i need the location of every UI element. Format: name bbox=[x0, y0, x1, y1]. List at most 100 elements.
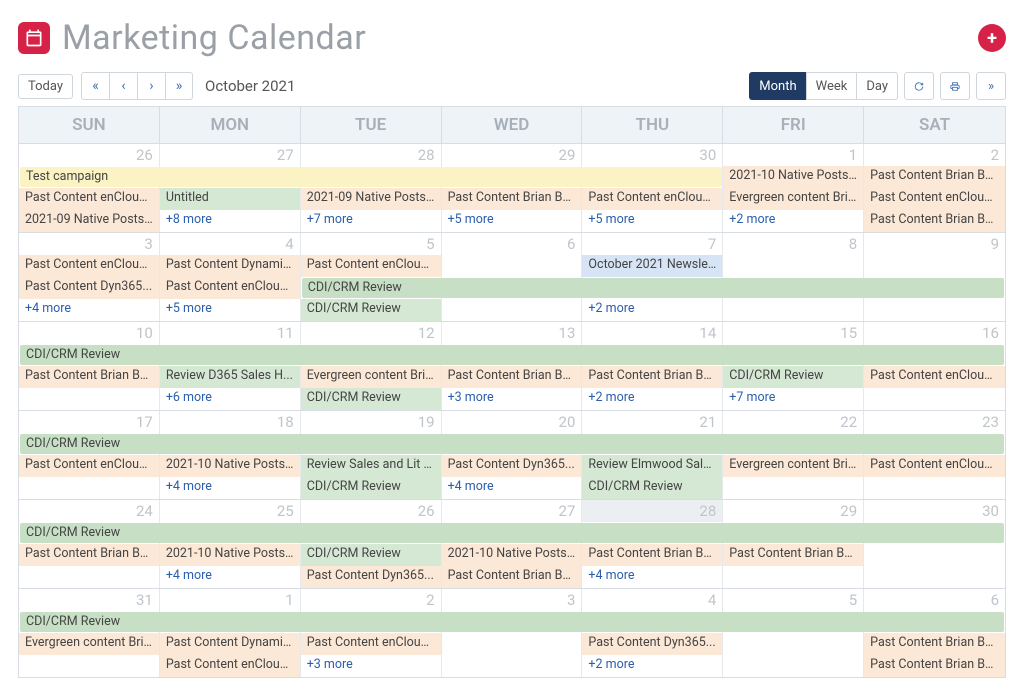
calendar-event[interactable]: Past Content Brian Be... bbox=[723, 544, 864, 566]
more-link[interactable]: +3 more bbox=[442, 388, 583, 410]
calendar-event[interactable]: Past Content Dyn365... bbox=[442, 455, 583, 477]
calendar-event[interactable]: Past Content Brian Be... bbox=[442, 366, 583, 388]
date-cell[interactable]: 26 bbox=[19, 144, 160, 166]
calendar-event[interactable]: CDI/CRM Review bbox=[301, 544, 442, 566]
more-link[interactable]: +7 more bbox=[723, 388, 864, 410]
date-cell[interactable]: 13 bbox=[442, 322, 583, 344]
calendar-event[interactable]: 2021-10 Native Posts ... bbox=[442, 544, 583, 566]
date-cell[interactable]: 10 bbox=[19, 322, 160, 344]
date-cell[interactable]: 5 bbox=[301, 233, 442, 255]
calendar-event[interactable]: CDI/CRM Review bbox=[582, 477, 723, 499]
date-cell[interactable]: 30 bbox=[582, 144, 723, 166]
calendar-event[interactable]: Evergreen content Bri... bbox=[19, 633, 160, 655]
more-link[interactable]: +5 more bbox=[442, 210, 583, 232]
date-cell[interactable]: 4 bbox=[160, 233, 301, 255]
date-cell[interactable]: 27 bbox=[160, 144, 301, 166]
date-cell[interactable]: 8 bbox=[723, 233, 864, 255]
calendar-event[interactable]: Review D365 Sales H... bbox=[160, 366, 301, 388]
more-link[interactable]: +8 more bbox=[160, 210, 301, 232]
expand-icon[interactable]: » bbox=[976, 72, 1006, 100]
calendar-event-span[interactable]: Test campaign bbox=[20, 167, 722, 187]
calendar-event[interactable]: Past Content Dyn365... bbox=[19, 277, 160, 299]
calendar-event[interactable]: Past Content Brian Be... bbox=[442, 566, 583, 588]
calendar-event[interactable]: Past Content Brian Be... bbox=[19, 544, 160, 566]
date-cell[interactable]: 25 bbox=[160, 500, 301, 522]
refresh-icon[interactable] bbox=[904, 72, 934, 100]
more-link[interactable]: +2 more bbox=[582, 388, 723, 410]
more-link[interactable]: +4 more bbox=[582, 566, 723, 588]
date-cell[interactable]: 1 bbox=[160, 589, 301, 611]
view-month-button[interactable]: Month bbox=[749, 72, 805, 100]
date-cell[interactable]: 4 bbox=[582, 589, 723, 611]
more-link[interactable]: +2 more bbox=[582, 299, 723, 321]
date-cell[interactable]: 19 bbox=[301, 411, 442, 433]
more-link[interactable]: +3 more bbox=[301, 655, 442, 677]
date-cell[interactable]: 14 bbox=[582, 322, 723, 344]
nav-next-icon[interactable]: › bbox=[137, 72, 165, 100]
calendar-event[interactable]: Past Content Brian Be... bbox=[864, 210, 1005, 232]
date-cell[interactable]: 28 bbox=[582, 500, 723, 522]
calendar-event[interactable]: Past Content enCloud... bbox=[864, 366, 1005, 388]
date-cell[interactable]: 28 bbox=[301, 144, 442, 166]
more-link[interactable]: +5 more bbox=[160, 299, 301, 321]
calendar-event[interactable]: Past Content Brian Be... bbox=[442, 188, 583, 210]
calendar-event[interactable]: Evergreen content Bri... bbox=[723, 455, 864, 477]
today-button[interactable]: Today bbox=[18, 74, 73, 99]
date-cell[interactable]: 27 bbox=[442, 500, 583, 522]
date-cell[interactable]: 2 bbox=[864, 144, 1005, 166]
calendar-event[interactable]: Past Content enCloud... bbox=[19, 188, 160, 210]
calendar-event-span[interactable]: CDI/CRM Review bbox=[302, 278, 1004, 298]
calendar-event[interactable]: 2021-10 Native Posts ... bbox=[160, 455, 301, 477]
calendar-event[interactable]: Past Content enCloud... bbox=[19, 455, 160, 477]
more-link[interactable]: +2 more bbox=[582, 655, 723, 677]
calendar-event[interactable]: CDI/CRM Review bbox=[301, 299, 442, 321]
calendar-event-span[interactable]: CDI/CRM Review bbox=[20, 434, 1004, 454]
calendar-event[interactable]: Past Content enCloud... bbox=[160, 655, 301, 677]
more-link[interactable]: +4 more bbox=[19, 299, 160, 321]
view-week-button[interactable]: Week bbox=[806, 72, 857, 100]
date-cell[interactable]: 21 bbox=[582, 411, 723, 433]
date-cell[interactable]: 20 bbox=[442, 411, 583, 433]
more-link[interactable]: +7 more bbox=[301, 210, 442, 232]
calendar-event[interactable]: Past Content enCloud... bbox=[301, 633, 442, 655]
calendar-event[interactable]: Past Content Dyn365... bbox=[582, 633, 723, 655]
date-cell[interactable]: 15 bbox=[723, 322, 864, 344]
more-link[interactable]: +2 more bbox=[723, 210, 864, 232]
calendar-event[interactable]: Past Content Brian Be... bbox=[864, 166, 1005, 188]
calendar-event[interactable]: 2021-09 Native Posts ... bbox=[19, 210, 160, 232]
date-cell[interactable]: 30 bbox=[864, 500, 1005, 522]
date-cell[interactable]: 6 bbox=[864, 589, 1005, 611]
calendar-event[interactable]: Evergreen content Bri... bbox=[301, 366, 442, 388]
calendar-event[interactable]: Past Content enCloud... bbox=[19, 255, 160, 277]
calendar-event[interactable]: CDI/CRM Review bbox=[301, 388, 442, 410]
print-icon[interactable] bbox=[940, 72, 970, 100]
date-cell[interactable]: 29 bbox=[442, 144, 583, 166]
calendar-event[interactable]: Past Content Brian Be... bbox=[582, 366, 723, 388]
date-cell[interactable]: 23 bbox=[864, 411, 1005, 433]
more-link[interactable]: +5 more bbox=[582, 210, 723, 232]
more-link[interactable]: +6 more bbox=[160, 388, 301, 410]
date-cell[interactable]: 31 bbox=[19, 589, 160, 611]
date-cell[interactable]: 16 bbox=[864, 322, 1005, 344]
more-link[interactable]: +4 more bbox=[160, 477, 301, 499]
calendar-event[interactable]: 2021-10 Native Posts ... bbox=[723, 166, 864, 188]
calendar-event-span[interactable]: CDI/CRM Review bbox=[20, 612, 1004, 632]
nav-last-icon[interactable]: » bbox=[165, 72, 193, 100]
date-cell[interactable]: 11 bbox=[160, 322, 301, 344]
date-cell[interactable]: 17 bbox=[19, 411, 160, 433]
calendar-event[interactable]: Past Content Brian Be... bbox=[582, 544, 723, 566]
date-cell[interactable]: 6 bbox=[442, 233, 583, 255]
calendar-event[interactable]: Past Content Brian Be... bbox=[864, 633, 1005, 655]
calendar-event[interactable]: Past Content enCloud... bbox=[582, 188, 723, 210]
date-cell[interactable]: 26 bbox=[301, 500, 442, 522]
calendar-event[interactable]: Review Elmwood Sale... bbox=[582, 455, 723, 477]
date-cell[interactable]: 29 bbox=[723, 500, 864, 522]
more-link[interactable]: +4 more bbox=[160, 566, 301, 588]
calendar-event[interactable]: Past Content Dynamic... bbox=[160, 255, 301, 277]
date-cell[interactable]: 5 bbox=[723, 589, 864, 611]
date-cell[interactable]: 22 bbox=[723, 411, 864, 433]
calendar-event[interactable]: Past Content enCloud... bbox=[864, 455, 1005, 477]
calendar-event[interactable]: Past Content Brian Be... bbox=[19, 366, 160, 388]
calendar-event[interactable]: October 2021 Newslet... bbox=[582, 255, 723, 277]
calendar-event[interactable]: Past Content enCloud... bbox=[864, 188, 1005, 210]
